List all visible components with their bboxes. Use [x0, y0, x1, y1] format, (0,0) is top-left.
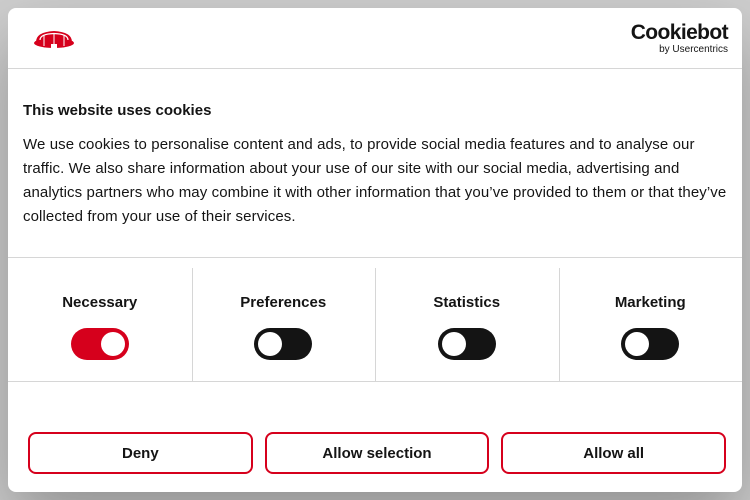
- category-label: Necessary: [62, 294, 138, 311]
- category-preferences: Preferences: [191, 258, 376, 381]
- cookiebot-logo-text: Cookiebot: [630, 21, 729, 44]
- category-statistics: Statistics: [375, 258, 559, 381]
- dialog-title: This website uses cookies: [23, 102, 212, 119]
- toggle-knob: [625, 332, 650, 356]
- toggle-knob: [100, 332, 125, 356]
- dialog-description: We use cookies to personalise content an…: [23, 136, 727, 225]
- necessary-toggle[interactable]: [70, 328, 129, 360]
- cookie-consent-dialog: Cookiebot by Usercentrics This website u…: [8, 8, 742, 492]
- cookiebot-logo-subtext: by Usercentrics: [659, 44, 728, 55]
- category-label: Preferences: [240, 294, 327, 311]
- consent-categories: Necessary Preferences Statistics Marketi…: [8, 257, 742, 382]
- category-label: Statistics: [433, 294, 501, 311]
- dialog-content: This website uses cookies We use cookies…: [8, 69, 742, 229]
- category-label: Marketing: [614, 294, 686, 311]
- allow-all-button[interactable]: Allow all: [501, 432, 727, 474]
- cookiebot-logo[interactable]: Cookiebot by Usercentrics: [630, 21, 729, 56]
- toggle-knob: [258, 332, 283, 356]
- deny-button[interactable]: Deny: [28, 432, 253, 474]
- consent-buttons: Deny Allow selection Allow all: [28, 432, 727, 474]
- allow-selection-button[interactable]: Allow selection: [264, 432, 490, 474]
- category-necessary: Necessary: [8, 258, 192, 381]
- category-marketing: Marketing: [558, 258, 743, 381]
- toggle-knob: [441, 332, 466, 356]
- preferences-toggle[interactable]: [254, 328, 313, 360]
- dialog-header: Cookiebot by Usercentrics: [8, 8, 742, 69]
- statistics-toggle[interactable]: [437, 328, 496, 360]
- brand-logo-icon: [34, 31, 74, 48]
- marketing-toggle[interactable]: [621, 328, 680, 360]
